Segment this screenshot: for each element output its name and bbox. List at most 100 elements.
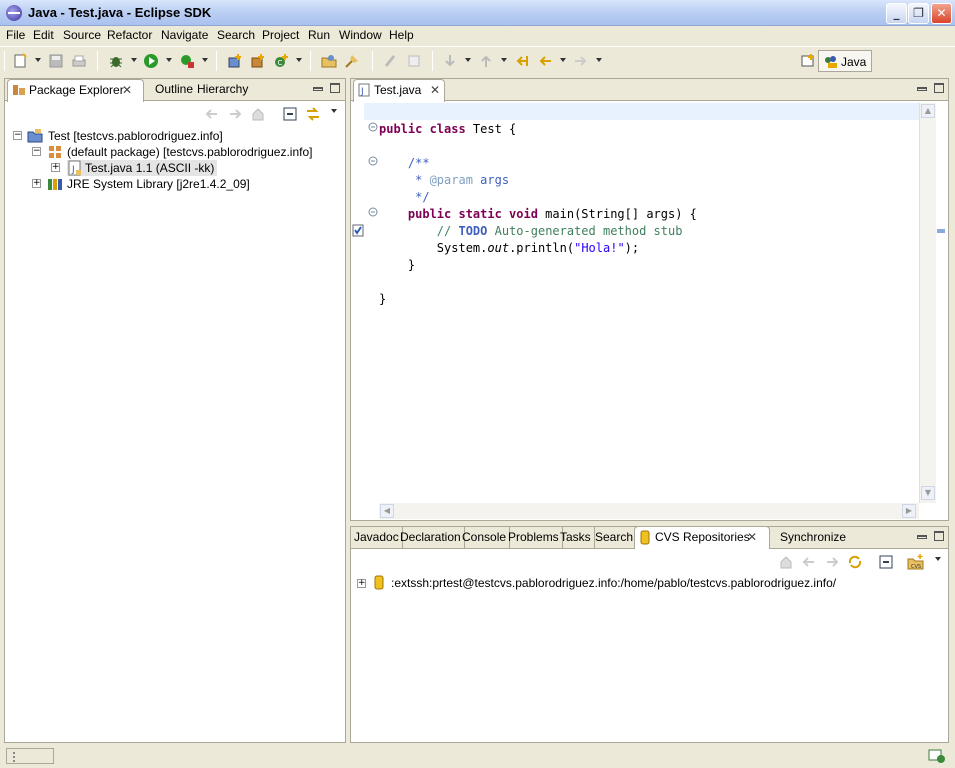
new-dropdown-icon[interactable] bbox=[35, 58, 41, 62]
maximize-view-icon[interactable] bbox=[330, 83, 340, 93]
tab-javadoc[interactable]: Javadoc bbox=[351, 527, 403, 549]
link-with-editor-icon[interactable] bbox=[305, 107, 321, 121]
close-icon[interactable]: ✕ bbox=[430, 84, 440, 96]
add-cvs-repository-icon[interactable]: CVS bbox=[907, 553, 925, 571]
toggle-mark-occurrences-icon[interactable] bbox=[383, 53, 399, 69]
tab-package-explorer[interactable]: Package Explorer ✕ bbox=[7, 79, 144, 102]
tab-cvs-repositories[interactable]: CVS Repositories ✕ bbox=[634, 526, 770, 549]
new-class-dropdown-icon[interactable] bbox=[296, 58, 302, 62]
search-toolbar-icon[interactable] bbox=[344, 53, 360, 69]
menu-search[interactable]: Search bbox=[217, 28, 255, 42]
forward-icon[interactable] bbox=[573, 53, 589, 69]
show-source-icon[interactable] bbox=[406, 53, 422, 69]
minimize-view-icon[interactable] bbox=[917, 535, 927, 539]
code-editor[interactable]: public class Test { /** * @param args */… bbox=[379, 121, 697, 308]
scroll-up-icon[interactable]: ▲ bbox=[921, 104, 935, 118]
menu-file[interactable]: File bbox=[6, 28, 25, 42]
minimize-window-button[interactable]: _ bbox=[886, 3, 907, 24]
last-edit-location-icon[interactable] bbox=[514, 53, 530, 69]
tab-search[interactable]: Search bbox=[592, 527, 638, 549]
tree-collapse-toggle[interactable]: − bbox=[13, 131, 22, 140]
close-window-button[interactable]: ✕ bbox=[931, 3, 952, 24]
menu-edit[interactable]: Edit bbox=[33, 28, 54, 42]
menu-window[interactable]: Window bbox=[339, 28, 382, 42]
menu-refactor[interactable]: Refactor bbox=[107, 28, 152, 42]
new-icon[interactable] bbox=[12, 53, 28, 69]
view-forward-icon[interactable] bbox=[228, 107, 242, 121]
menu-run[interactable]: Run bbox=[308, 28, 330, 42]
next-annotation-dropdown-icon[interactable] bbox=[465, 58, 471, 62]
forward-dropdown-icon[interactable] bbox=[596, 58, 602, 62]
run-dropdown-icon[interactable] bbox=[166, 58, 172, 62]
restore-window-button[interactable]: ❐ bbox=[908, 3, 929, 24]
new-java-project-icon[interactable] bbox=[227, 53, 243, 69]
tab-tasks[interactable]: Tasks bbox=[557, 527, 595, 549]
collapse-all-icon[interactable] bbox=[879, 555, 893, 569]
view-back-icon[interactable] bbox=[205, 107, 219, 121]
maximize-view-icon[interactable] bbox=[934, 83, 944, 93]
save-icon[interactable] bbox=[48, 53, 64, 69]
menu-project[interactable]: Project bbox=[262, 28, 299, 42]
fold-collapse-icon[interactable] bbox=[368, 122, 378, 132]
tree-expand-toggle[interactable]: + bbox=[32, 179, 41, 188]
close-icon[interactable]: ✕ bbox=[747, 531, 757, 543]
overview-ruler-task-marker[interactable] bbox=[937, 229, 945, 233]
tab-declaration[interactable]: Declaration bbox=[397, 527, 465, 549]
run-icon[interactable] bbox=[143, 53, 159, 69]
fold-collapse-icon[interactable] bbox=[368, 207, 378, 217]
task-marker-icon[interactable] bbox=[352, 223, 364, 237]
tab-hierarchy[interactable]: Hierarchy bbox=[193, 79, 253, 101]
minimize-view-icon[interactable] bbox=[313, 87, 323, 91]
tree-item-jre-library[interactable]: JRE System Library [j2re1.4.2_09] bbox=[67, 176, 250, 192]
tree-collapse-toggle[interactable]: − bbox=[32, 147, 41, 156]
view-up-icon[interactable] bbox=[251, 107, 265, 121]
print-icon[interactable] bbox=[71, 53, 87, 69]
new-class-icon[interactable]: C bbox=[273, 53, 289, 69]
previous-annotation-dropdown-icon[interactable] bbox=[501, 58, 507, 62]
fast-view-bar[interactable] bbox=[6, 748, 54, 764]
collapse-all-icon[interactable] bbox=[283, 107, 297, 121]
previous-annotation-icon[interactable] bbox=[478, 53, 494, 69]
menu-source[interactable]: Source bbox=[63, 28, 101, 42]
view-menu-icon[interactable] bbox=[935, 557, 941, 561]
view-menu-icon[interactable] bbox=[331, 109, 337, 113]
minimize-view-icon[interactable] bbox=[917, 87, 927, 91]
tab-test-java[interactable]: J Test.java ✕ bbox=[353, 79, 445, 102]
tree-item-default-package[interactable]: (default package) [testcvs.pablorodrigue… bbox=[67, 144, 312, 160]
close-icon[interactable]: ✕ bbox=[122, 84, 132, 96]
open-perspective-icon[interactable] bbox=[800, 53, 816, 69]
view-home-icon[interactable] bbox=[779, 555, 793, 569]
open-type-icon[interactable] bbox=[321, 53, 337, 69]
next-annotation-icon[interactable] bbox=[442, 53, 458, 69]
tab-problems[interactable]: Problems bbox=[505, 527, 563, 549]
external-tools-dropdown-icon[interactable] bbox=[202, 58, 208, 62]
view-forward-icon[interactable] bbox=[825, 555, 839, 569]
fold-collapse-icon[interactable] bbox=[368, 156, 378, 166]
back-dropdown-icon[interactable] bbox=[560, 58, 566, 62]
cvs-repository-location[interactable]: :extssh:prtest@testcvs.pablorodriguez.in… bbox=[391, 575, 836, 591]
menu-help[interactable]: Help bbox=[389, 28, 414, 42]
back-icon[interactable] bbox=[537, 53, 553, 69]
refresh-icon[interactable] bbox=[847, 554, 863, 570]
horizontal-scrollbar[interactable]: ◀ ▶ bbox=[379, 503, 919, 519]
maximize-view-icon[interactable] bbox=[934, 531, 944, 541]
progress-indicator-icon[interactable] bbox=[928, 747, 946, 765]
scroll-left-icon[interactable]: ◀ bbox=[380, 504, 394, 518]
tree-expand-toggle[interactable]: + bbox=[51, 163, 60, 172]
new-package-icon[interactable] bbox=[250, 53, 266, 69]
scroll-right-icon[interactable]: ▶ bbox=[902, 504, 916, 518]
vertical-scrollbar[interactable]: ▲ ▼ bbox=[919, 103, 936, 503]
tab-synchronize[interactable]: Synchronize bbox=[777, 527, 849, 549]
java-perspective-button[interactable]: Java bbox=[818, 50, 872, 72]
tree-expand-toggle[interactable]: + bbox=[357, 579, 366, 588]
tree-item-project[interactable]: Test [testcvs.pablorodriguez.info] bbox=[48, 128, 223, 144]
tab-outline[interactable]: Outline bbox=[151, 79, 195, 101]
menu-navigate[interactable]: Navigate bbox=[161, 28, 208, 42]
tab-console[interactable]: Console bbox=[459, 527, 511, 549]
debug-dropdown-icon[interactable] bbox=[131, 58, 137, 62]
debug-icon[interactable] bbox=[108, 53, 124, 69]
external-tools-icon[interactable] bbox=[179, 53, 195, 69]
tree-item-test-java[interactable]: Test.java 1.1 (ASCII -kk) bbox=[85, 160, 214, 176]
view-back-icon[interactable] bbox=[802, 555, 816, 569]
scroll-down-icon[interactable]: ▼ bbox=[921, 486, 935, 500]
